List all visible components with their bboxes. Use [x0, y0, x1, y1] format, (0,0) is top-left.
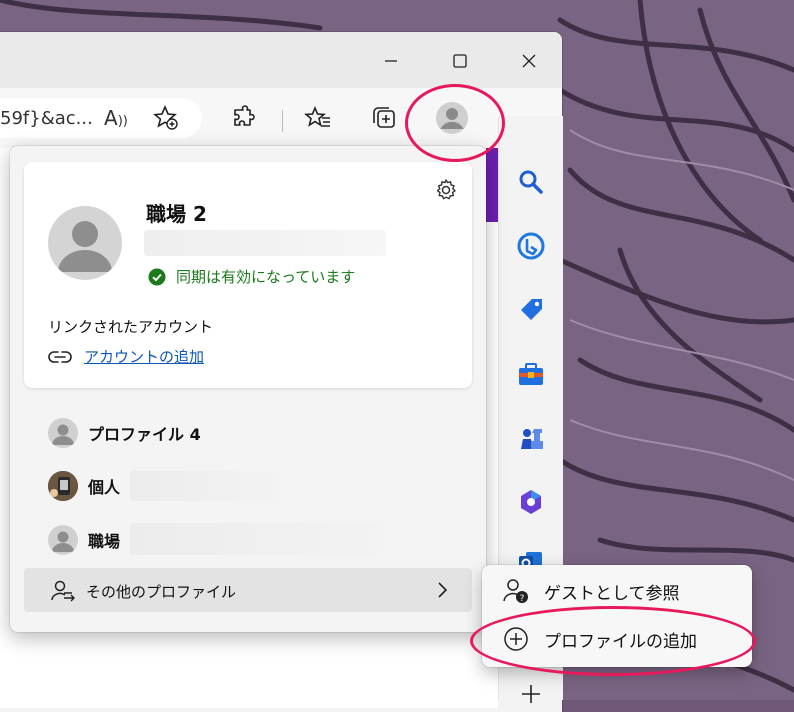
current-profile-card: 職場 2 同期は有効になっています リンクされたアカウント アカウントの追加	[24, 162, 472, 388]
favorites-button[interactable]	[300, 100, 336, 136]
profile-icon	[436, 102, 468, 134]
profile-email-redacted	[130, 523, 386, 555]
add-profile-label: プロファイルの追加	[544, 631, 697, 652]
avatar	[48, 418, 78, 448]
sidebar-bing-button[interactable]	[513, 228, 549, 264]
add-circle-icon	[504, 627, 528, 651]
profile-avatar	[48, 206, 122, 280]
other-profiles-label: その他のプロファイル	[86, 583, 237, 601]
read-aloud-glyph: A	[104, 106, 118, 130]
profile-flyout: 職場 2 同期は有効になっています リンクされたアカウント アカウントの追加 プ…	[10, 146, 486, 632]
sync-status: 同期は有効になっています	[148, 266, 355, 287]
linked-accounts-label: リンクされたアカウント	[48, 318, 214, 336]
profile-settings-button[interactable]	[432, 176, 460, 204]
other-profiles-submenu: ? ゲストとして参照 プロファイルの追加	[482, 565, 752, 667]
profile-item-label: 職場	[88, 532, 121, 551]
profile-item-label: プロファイル 4	[88, 425, 201, 444]
favorites-icon	[304, 105, 330, 127]
extensions-icon	[234, 105, 255, 126]
tools-icon	[519, 363, 543, 385]
sidebar-shopping-button[interactable]	[513, 292, 549, 328]
other-profiles-button[interactable]: その他のプロファイル	[24, 568, 472, 612]
avatar	[48, 525, 78, 555]
address-bar[interactable]: 59f}&ac... A))	[0, 98, 202, 138]
profile-name: 職場 2	[146, 202, 207, 226]
profile-item-label: 個人	[88, 478, 121, 497]
url-text: 59f}&ac...	[0, 108, 93, 129]
profile-item-work[interactable]: 職場	[48, 525, 120, 555]
sidebar-search-button[interactable]	[513, 164, 549, 200]
gear-icon	[436, 179, 456, 200]
bing-icon	[517, 232, 545, 260]
profile-button[interactable]	[434, 100, 470, 136]
profile-item-4[interactable]: プロファイル 4	[48, 418, 201, 448]
browse-as-guest-label: ゲストとして参照	[544, 583, 680, 604]
profile-email-redacted	[144, 230, 386, 256]
search-icon	[519, 170, 543, 194]
title-bar	[0, 32, 562, 88]
close-button[interactable]	[506, 44, 552, 78]
add-account-link[interactable]: アカウントの追加	[84, 346, 204, 367]
extensions-button[interactable]	[226, 100, 262, 136]
office-icon	[521, 490, 541, 514]
add-favorite-icon[interactable]	[152, 104, 180, 136]
check-circle-icon	[148, 268, 166, 285]
toolbar-separator	[282, 110, 283, 132]
chevron-right-icon	[438, 582, 448, 598]
collections-button[interactable]	[366, 100, 402, 136]
shopping-icon	[521, 299, 542, 320]
sidebar-games-button[interactable]	[513, 420, 549, 456]
add-account-row[interactable]: アカウントの追加	[48, 346, 204, 367]
minimize-icon	[385, 60, 397, 62]
sidebar-office-button[interactable]	[513, 484, 549, 520]
profile-item-personal[interactable]: 個人	[48, 471, 120, 501]
minimize-button[interactable]	[368, 44, 414, 78]
maximize-button[interactable]	[437, 44, 483, 78]
link-icon	[48, 350, 72, 363]
browse-as-guest-item[interactable]: ? ゲストとして参照	[488, 569, 746, 613]
toolbar: 59f}&ac... A))	[0, 88, 562, 148]
avatar	[48, 471, 78, 501]
games-icon	[521, 429, 543, 449]
add-profile-item[interactable]: プロファイルの追加	[488, 617, 746, 661]
sidebar-add-button[interactable]	[513, 676, 549, 712]
read-aloud-icon[interactable]: A))	[104, 106, 128, 130]
sidebar-tools-button[interactable]	[513, 356, 549, 392]
close-icon	[522, 54, 536, 68]
svg-text:?: ?	[520, 594, 525, 604]
collections-icon	[373, 107, 395, 128]
profile-email-redacted	[130, 471, 280, 501]
maximize-icon	[453, 54, 467, 68]
guest-icon: ?	[503, 579, 528, 604]
page-accent-band	[486, 148, 498, 222]
switch-profile-icon	[51, 580, 75, 602]
sync-status-text: 同期は有効になっています	[176, 268, 356, 286]
add-icon	[522, 685, 540, 703]
